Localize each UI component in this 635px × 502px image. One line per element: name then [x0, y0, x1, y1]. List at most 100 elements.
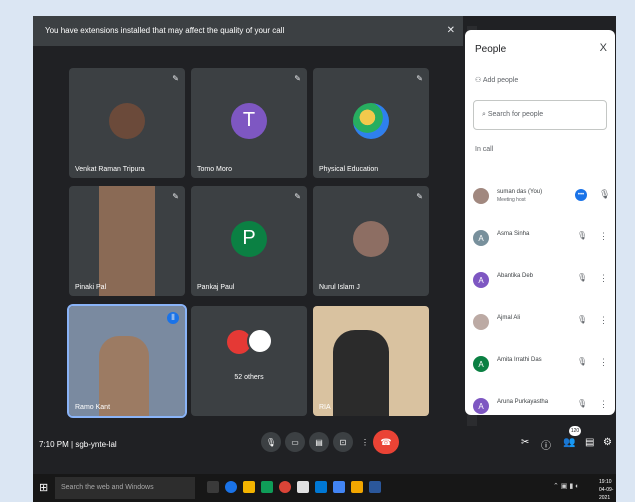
participant-tile[interactable]: ✎ Nurul Islam J: [313, 186, 429, 296]
pin-icon[interactable]: ✎: [172, 74, 179, 83]
pin-icon[interactable]: ✎: [416, 74, 423, 83]
meeting-time: 7:10 PM: [39, 440, 69, 449]
separator: |: [71, 440, 74, 449]
more-options-icon[interactable]: ⋮: [599, 273, 608, 284]
participant-avatar: [247, 328, 273, 354]
person-row[interactable]: suman das (You) Meeting host ••• 🎙: [473, 186, 611, 206]
participant-video: [333, 330, 389, 416]
person-avatar: A: [473, 230, 489, 246]
task-view-icon[interactable]: [207, 481, 219, 493]
edge-icon[interactable]: [225, 481, 237, 493]
person-avatar: [473, 314, 489, 330]
end-call-button[interactable]: ☎: [373, 430, 399, 454]
present-button[interactable]: ⊡: [333, 432, 353, 452]
add-people-label: Add people: [482, 77, 519, 84]
add-person-icon: ⚇: [475, 77, 482, 84]
pin-icon[interactable]: ✎: [416, 192, 423, 201]
activities-icon[interactable]: ⚙: [603, 437, 612, 448]
file-explorer-icon[interactable]: [243, 481, 255, 493]
mic-icon: 🎙: [265, 437, 277, 447]
person-name: Aruna Purkayastha: [497, 399, 549, 405]
person-avatar: A: [473, 356, 489, 372]
windows-taskbar: ⊞ Search the web and Windows ⌃ ▣ ▮ ◐ 19:…: [33, 474, 616, 502]
host-controls-icon[interactable]: ✂: [521, 437, 529, 448]
person-avatar: A: [473, 398, 489, 414]
add-people-button[interactable]: ⚇ Add people: [475, 76, 518, 84]
person-name: Amita Irrathi Das: [497, 357, 542, 363]
more-options-icon[interactable]: ⋮: [599, 231, 608, 242]
panel-title: People: [475, 44, 507, 55]
mic-off-icon: 🎙: [577, 357, 588, 366]
close-icon[interactable]: ✕: [447, 16, 455, 46]
mic-off-icon: 🎙: [577, 273, 588, 282]
more-options-icon[interactable]: ⋮: [599, 399, 608, 410]
more-options-icon[interactable]: ⋮: [599, 315, 608, 326]
pin-icon[interactable]: ✎: [294, 192, 301, 201]
participant-name: Pinaki Pal: [75, 284, 107, 291]
person-name: Abantika Deb: [497, 273, 534, 279]
participant-avatar: P: [231, 220, 267, 257]
taskbar-search-input[interactable]: Search the web and Windows: [55, 477, 195, 499]
person-row[interactable]: A Asma Sinha 🎙 ⋮: [473, 228, 611, 248]
more-options-icon[interactable]: ⋮: [599, 357, 608, 368]
participant-avatar: T: [231, 102, 267, 139]
person-role: Meeting host: [497, 197, 526, 203]
participant-photo: [109, 102, 145, 139]
camera-button[interactable]: ▭: [285, 432, 305, 452]
person-row[interactable]: Ajmal Ali 🎙 ⋮: [473, 312, 611, 332]
document-icon[interactable]: [297, 481, 309, 493]
more-options-icon: ⋮: [361, 437, 369, 447]
speaking-icon: ⦀: [167, 312, 179, 324]
mic-off-icon: 🎙: [577, 231, 588, 240]
close-icon[interactable]: X: [600, 42, 607, 54]
participant-tile[interactable]: RIA: [313, 306, 429, 416]
pin-icon[interactable]: ✎: [172, 192, 179, 201]
mic-icon[interactable]: 🎙: [599, 189, 610, 200]
participant-tile[interactable]: ✎ Physical Education: [313, 68, 429, 178]
word-icon[interactable]: [369, 481, 381, 493]
app-icon[interactable]: [315, 481, 327, 493]
meeting-code: sgb-ynte-lal: [75, 440, 117, 449]
participant-name: RIA: [319, 404, 331, 411]
chrome-icon[interactable]: [279, 481, 291, 493]
camera-icon: ▭: [291, 437, 299, 447]
windows-start-icon[interactable]: ⊞: [39, 481, 48, 494]
search-people-input[interactable]: ⌕ Search for people: [473, 100, 607, 130]
mic-button[interactable]: 🎙: [261, 432, 281, 452]
clock-date: 04-09-2021: [599, 487, 614, 501]
person-row[interactable]: A Aruna Purkayastha 🎙 ⋮: [473, 396, 611, 415]
person-row[interactable]: A Amita Irrathi Das 🎙 ⋮: [473, 354, 611, 374]
system-tray[interactable]: ⌃ ▣ ▮ ◐: [553, 482, 579, 490]
app-icon[interactable]: [333, 481, 345, 493]
people-icon[interactable]: 👥: [563, 437, 575, 448]
participant-photo: [353, 220, 389, 257]
participant-tile[interactable]: ✎ Pinaki Pal: [69, 186, 185, 296]
participant-tile[interactable]: 52 others: [191, 306, 307, 416]
person-avatar: A: [473, 272, 489, 288]
others-count: 52 others: [234, 374, 264, 381]
participant-name: Ramo Kant: [75, 404, 111, 411]
participant-name: Venkat Raman Tripura: [75, 166, 145, 173]
person-name: Asma Sinha: [497, 231, 530, 237]
store-icon[interactable]: [261, 481, 273, 493]
participant-tile[interactable]: ✎ P Pankaj Paul: [191, 186, 307, 296]
phone-hangup-icon: ☎: [380, 436, 392, 447]
info-icon[interactable]: ⓘ: [541, 437, 551, 452]
speaking-icon: •••: [575, 189, 587, 201]
person-name: suman das (You): [497, 189, 543, 195]
more-options-button[interactable]: ⋮: [355, 432, 375, 452]
person-row[interactable]: A Abantika Deb 🎙 ⋮: [473, 270, 611, 290]
present-icon: ⊡: [339, 437, 347, 447]
participant-tile[interactable]: ✎ Venkat Raman Tripura: [69, 68, 185, 178]
captions-icon: ▤: [315, 437, 323, 447]
pin-icon[interactable]: ✎: [294, 74, 301, 83]
captions-button[interactable]: ▤: [309, 432, 329, 452]
participant-tile[interactable]: ⦀ Ramo Kant: [67, 304, 187, 418]
app-icon[interactable]: [351, 481, 363, 493]
notice-text: You have extensions installed that may a…: [45, 26, 285, 35]
person-name: Ajmal Ali: [497, 315, 521, 321]
meeting-info: 7:10 PM | sgb-ynte-lal: [39, 440, 117, 449]
chat-icon[interactable]: ▤: [585, 437, 594, 448]
taskbar-clock[interactable]: 19:10 04-09-2021: [599, 478, 616, 502]
participant-tile[interactable]: ✎ T Tomo Moro: [191, 68, 307, 178]
